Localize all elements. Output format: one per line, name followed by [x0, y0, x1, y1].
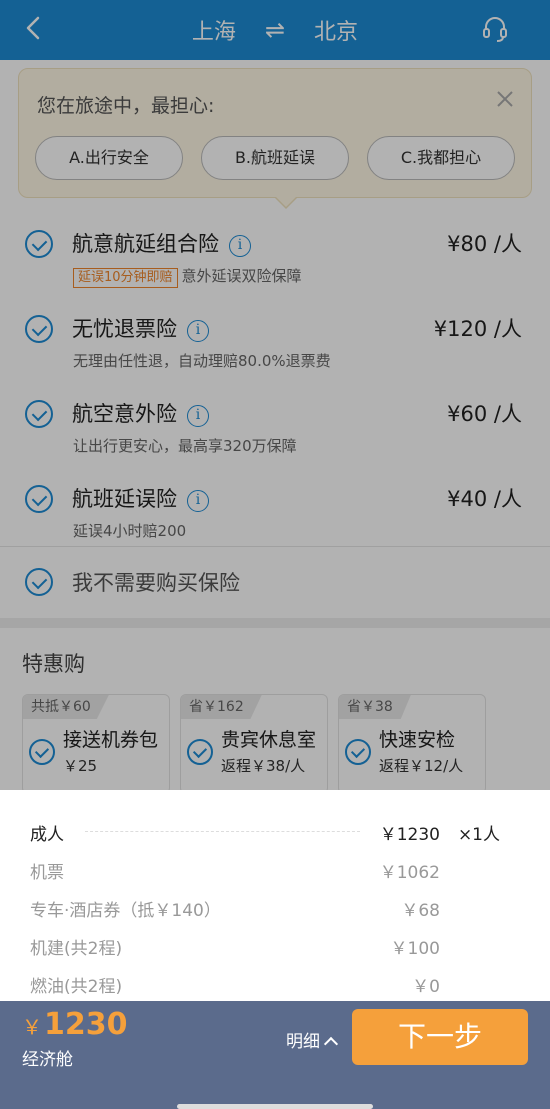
breakdown-row-ticket: 机票 ￥1062 — [30, 858, 520, 888]
breakdown-row-fuel: 燃油(共2程) ￥0 — [30, 972, 520, 1002]
breakdown-row-car-hotel: 专车·酒店券（抵￥140） ￥68 — [30, 896, 520, 926]
chevron-up-icon — [323, 1036, 339, 1052]
breakdown-row-adult: 成人 ￥1230 ×1人 — [30, 820, 520, 850]
dotted-leader — [85, 831, 360, 832]
cabin-class: 经济舱 — [22, 1050, 73, 1070]
breakdown-label: 机票 — [30, 863, 64, 883]
total-price: ￥1230 — [22, 1007, 128, 1042]
breakdown-label: 成人 — [30, 825, 64, 845]
breakdown-amount: ￥1230 — [379, 825, 440, 845]
breakdown-row-airport-fee: 机建(共2程) ￥100 — [30, 934, 520, 964]
breakdown-amount: ￥1062 — [379, 863, 440, 883]
breakdown-label: 燃油(共2程) — [30, 977, 123, 997]
total-amount: 1230 — [44, 1007, 128, 1042]
breakdown-label: 机建(共2程) — [30, 939, 123, 959]
breakdown-label: 专车·酒店券（抵￥140） — [30, 901, 221, 921]
home-indicator — [177, 1104, 373, 1109]
checkout-footer: ￥1230 经济舱 明细 下一步 — [0, 1001, 550, 1109]
detail-label: 明细 — [286, 1032, 320, 1052]
passenger-quantity: ×1人 — [457, 825, 500, 845]
breakdown-amount: ￥68 — [401, 901, 440, 921]
breakdown-amount: ￥0 — [412, 977, 440, 997]
breakdown-amount: ￥100 — [390, 939, 440, 959]
next-step-button[interactable]: 下一步 — [352, 1009, 528, 1065]
price-detail-toggle[interactable]: 明细 — [286, 1027, 339, 1052]
price-breakdown-sheet: 成人 ￥1230 ×1人 机票 ￥1062 专车·酒店券（抵￥140） ￥68 … — [0, 790, 550, 1001]
modal-backdrop[interactable] — [0, 0, 550, 790]
currency-symbol: ￥ — [22, 1015, 42, 1039]
